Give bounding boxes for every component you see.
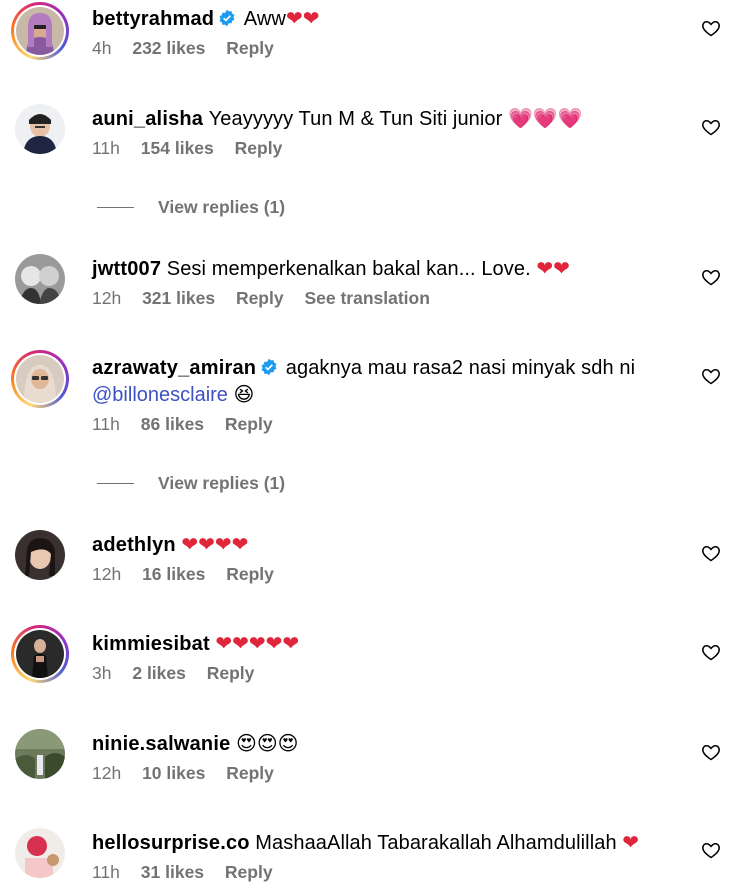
view-replies-dash (97, 207, 134, 208)
reply-button[interactable]: Reply (226, 564, 274, 584)
comment-text: MashaaAllah Tabarakallah Alhamdulillah (255, 832, 617, 854)
comment-time: 11h (92, 138, 120, 158)
view-replies-label: View replies (1) (158, 197, 286, 217)
see-translation-button[interactable]: See translation (304, 288, 429, 308)
comment-username[interactable]: auni_alisha (92, 108, 203, 130)
avatar[interactable] (11, 625, 69, 683)
reply-button[interactable]: Reply (226, 763, 274, 783)
like-heart-icon[interactable] (701, 117, 721, 137)
view-replies-button[interactable]: View replies (1) (97, 473, 285, 494)
comment-time: 4h (92, 38, 112, 58)
comment-text: Aww (243, 8, 286, 30)
avatar[interactable] (11, 824, 69, 882)
comment-time: 11h (92, 862, 120, 882)
heart-eyes-emoji: 😍😍😍 (235, 731, 299, 755)
reply-button[interactable]: Reply (226, 38, 274, 58)
view-replies-label: View replies (1) (158, 473, 286, 493)
comment-text: Yeayyyyy Tun M & Tun Siti junior (208, 108, 503, 130)
view-replies-button[interactable]: View replies (1) (97, 197, 285, 218)
heart-emoji: ❤❤❤❤ (181, 532, 249, 556)
likes-count[interactable]: 154 likes (141, 138, 214, 158)
like-heart-icon[interactable] (701, 366, 721, 386)
likes-count[interactable]: 31 likes (141, 862, 204, 882)
like-heart-icon[interactable] (701, 840, 721, 860)
comment-username[interactable]: bettyrahmad (92, 8, 214, 30)
comment-time: 11h (92, 414, 120, 434)
likes-count[interactable]: 16 likes (142, 564, 205, 584)
comment-username[interactable]: hellosurprise.co (92, 832, 250, 854)
avatar[interactable] (11, 2, 69, 60)
comment-username[interactable]: adethlyn (92, 534, 176, 556)
comment-username[interactable]: jwtt007 (92, 258, 161, 280)
comment-text: agaknya mau rasa2 nasi minyak sdh ni (285, 357, 636, 379)
avatar[interactable] (11, 100, 69, 158)
pink-heart-emoji: 💗💗💗 (507, 106, 583, 130)
comment-username[interactable]: azrawaty_amiran (92, 357, 256, 379)
avatar[interactable] (11, 725, 69, 783)
likes-count[interactable]: 232 likes (132, 38, 205, 58)
comment-text: Sesi memperkenalkan bakal kan... Love. (166, 258, 531, 280)
verified-badge-icon (261, 358, 277, 376)
likes-count[interactable]: 10 likes (142, 763, 205, 783)
like-heart-icon[interactable] (701, 543, 721, 563)
reply-button[interactable]: Reply (225, 862, 273, 882)
likes-count[interactable]: 2 likes (132, 663, 186, 683)
verified-badge-icon (219, 9, 235, 27)
heart-emoji: ❤❤ (536, 256, 570, 280)
heart-emoji: ❤❤❤❤❤ (215, 631, 300, 655)
view-replies-dash (97, 483, 134, 484)
reply-button[interactable]: Reply (235, 138, 283, 158)
comment-time: 3h (92, 663, 112, 683)
avatar[interactable] (11, 350, 69, 408)
reply-button[interactable]: Reply (207, 663, 255, 683)
laughing-emoji: 😆 (233, 382, 255, 406)
reply-button[interactable]: Reply (225, 414, 273, 434)
comment-time: 12h (92, 763, 122, 783)
like-heart-icon[interactable] (701, 18, 721, 38)
likes-count[interactable]: 86 likes (141, 414, 204, 434)
comment-username[interactable]: kimmiesibat (92, 633, 210, 655)
mention-link[interactable]: @billonesclaire (92, 384, 228, 406)
comment-username[interactable]: ninie.salwanie (92, 733, 230, 755)
avatar[interactable] (11, 526, 69, 584)
reply-button[interactable]: Reply (236, 288, 284, 308)
likes-count[interactable]: 321 likes (142, 288, 215, 308)
avatar[interactable] (11, 250, 69, 308)
heart-emoji: ❤❤ (285, 6, 320, 30)
like-heart-icon[interactable] (701, 742, 721, 762)
like-heart-icon[interactable] (701, 642, 721, 662)
comment-time: 12h (92, 288, 122, 308)
heart-emoji: ❤ (622, 830, 640, 854)
like-heart-icon[interactable] (701, 267, 721, 287)
comment-time: 12h (92, 564, 122, 584)
